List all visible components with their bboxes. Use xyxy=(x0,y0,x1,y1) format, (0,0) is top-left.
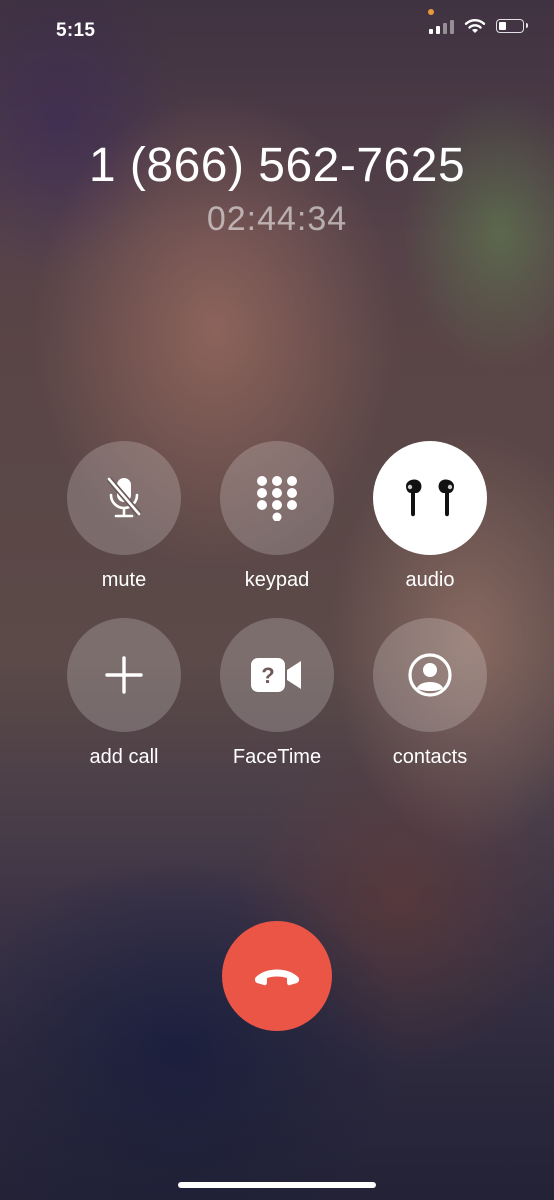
end-call-button[interactable] xyxy=(222,921,332,1031)
phone-down-icon xyxy=(254,969,300,986)
facetime-icon: ? xyxy=(251,658,301,692)
facetime-circle[interactable]: ? xyxy=(220,618,334,732)
privacy-indicator-dot xyxy=(428,9,434,15)
add-call-label: add call xyxy=(89,746,159,768)
audio-circle[interactable] xyxy=(373,441,487,555)
add-call-button[interactable]: add call xyxy=(44,618,204,769)
mute-circle[interactable] xyxy=(67,441,181,555)
mute-button[interactable]: mute xyxy=(44,441,204,592)
status-icons xyxy=(429,18,528,34)
audio-label: audio xyxy=(405,569,455,591)
call-duration: 02:44:34 xyxy=(206,200,348,238)
mic-slash-icon xyxy=(106,477,142,518)
person-circle-icon xyxy=(408,653,452,697)
contacts-button[interactable]: contacts xyxy=(350,618,510,769)
svg-text:?: ? xyxy=(261,663,274,688)
status-time: 5:15 xyxy=(56,20,96,41)
facetime-label: FaceTime xyxy=(232,746,322,768)
keypad-icon xyxy=(257,476,297,521)
plus-icon xyxy=(105,656,143,694)
audio-button[interactable]: audio xyxy=(350,441,510,592)
caller-number: 1 (866) 562-7625 xyxy=(88,139,466,192)
wifi-icon xyxy=(464,19,486,33)
cellular-signal-icon xyxy=(429,18,454,34)
add-call-circle[interactable] xyxy=(67,618,181,732)
airpods-icon xyxy=(406,479,454,517)
keypad-label: keypad xyxy=(244,569,310,591)
facetime-button[interactable]: ? FaceTime xyxy=(197,618,357,769)
contacts-circle[interactable] xyxy=(373,618,487,732)
home-indicator[interactable] xyxy=(178,1182,376,1188)
battery-icon xyxy=(496,19,528,33)
keypad-circle[interactable] xyxy=(220,441,334,555)
keypad-button[interactable]: keypad xyxy=(197,441,357,592)
mute-label: mute xyxy=(101,569,147,591)
contacts-label: contacts xyxy=(392,746,468,768)
